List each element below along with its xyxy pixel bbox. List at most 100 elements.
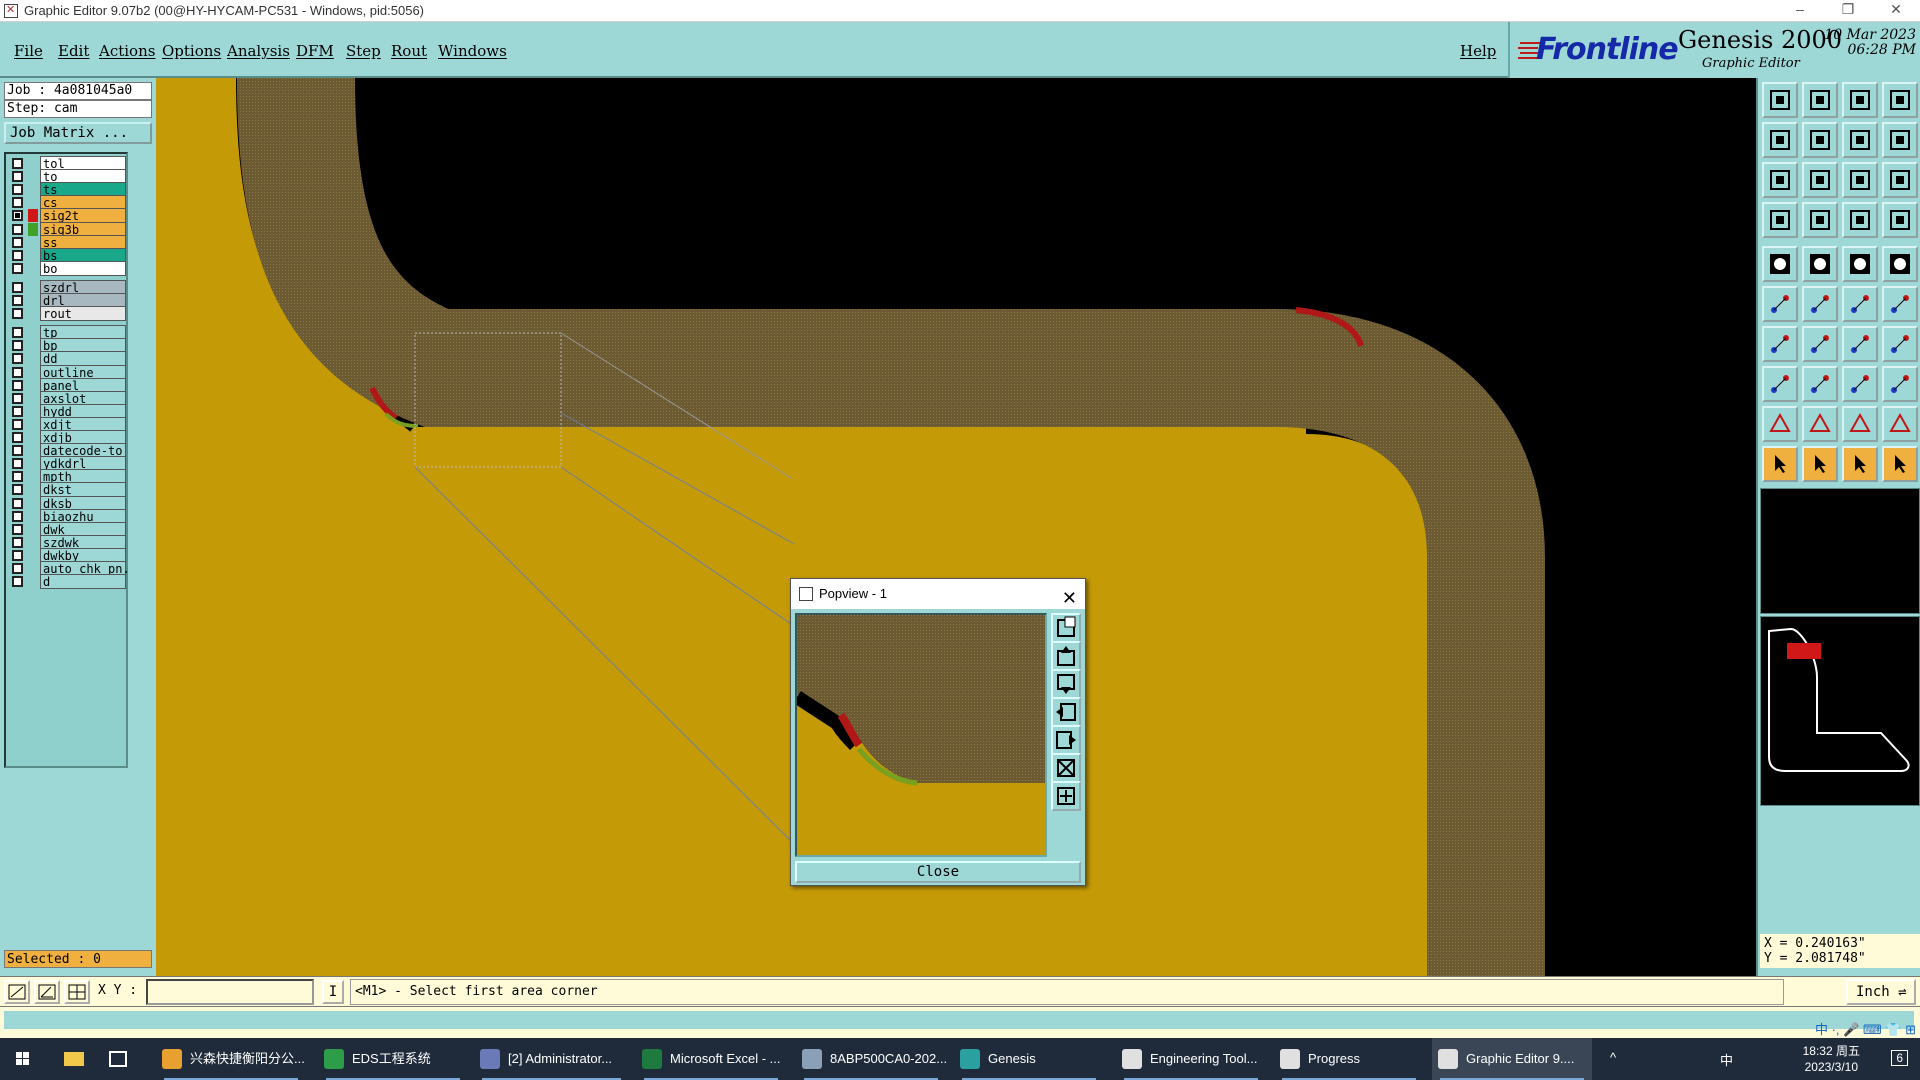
select-route-icon[interactable]	[1882, 446, 1918, 482]
layer-checkbox[interactable]	[12, 340, 23, 352]
taskbar-app-4[interactable]: 8ABP500CA0-202...	[796, 1038, 946, 1080]
taskbar-app-5[interactable]: Genesis	[954, 1038, 1104, 1080]
save-job-icon[interactable]	[1802, 82, 1838, 118]
grid-toggle-icon[interactable]	[1802, 202, 1838, 238]
layer-checkbox[interactable]	[12, 249, 23, 261]
layer-row-bo[interactable]: bo	[8, 260, 128, 276]
minimize-button[interactable]: –	[1780, 1, 1820, 21]
menu-analysis[interactable]: Analysis	[227, 42, 290, 60]
layer-checkbox[interactable]	[12, 327, 23, 339]
split-icon[interactable]	[1882, 122, 1918, 158]
menu-dfm[interactable]: DFM	[296, 42, 334, 60]
move-right-icon[interactable]	[1802, 122, 1838, 158]
layer-checkbox[interactable]	[12, 197, 23, 209]
layer-checkbox[interactable]	[12, 236, 23, 248]
triangle-c-icon[interactable]	[1882, 406, 1918, 442]
select-touch-icon[interactable]	[1842, 446, 1878, 482]
popview-canvas[interactable]	[795, 613, 1047, 857]
layer-checkbox[interactable]	[12, 445, 23, 457]
job-matrix-button[interactable]: Job Matrix ...	[4, 122, 152, 144]
popview-close-button[interactable]: Close	[795, 861, 1081, 883]
layer-checkbox[interactable]	[12, 405, 23, 417]
fit-screen-icon[interactable]	[1762, 162, 1798, 198]
popview-pan-right-icon[interactable]	[1051, 725, 1081, 755]
snap-mode-icon[interactable]	[4, 980, 30, 1004]
connect-nodes-icon[interactable]	[1762, 286, 1798, 322]
layer-checkbox[interactable]	[12, 366, 23, 378]
taskbar-app-0[interactable]: 兴森快捷衡阳分公...	[156, 1038, 306, 1080]
start-button[interactable]	[0, 1038, 44, 1080]
ime-toolbar[interactable]: 中 ·, 🎤 ⌨ 👕 ⊞	[1815, 1019, 1916, 1039]
move-left-icon[interactable]	[1762, 122, 1798, 158]
add-pad-icon[interactable]	[1842, 286, 1878, 322]
camera-icon[interactable]	[1762, 246, 1798, 282]
layer-checkbox[interactable]	[12, 576, 23, 588]
menu-edit[interactable]: Edit	[58, 42, 89, 60]
task-view-icon[interactable]	[100, 1038, 136, 1080]
color-toggle-icon[interactable]	[1802, 246, 1838, 282]
menu-help[interactable]: Help	[1460, 42, 1496, 60]
mirror-icon[interactable]	[1882, 326, 1918, 362]
dot-icon[interactable]	[1882, 246, 1918, 282]
select-pointer-icon[interactable]	[1762, 446, 1798, 482]
snapshot-icon[interactable]	[1762, 202, 1798, 238]
layer-checkbox[interactable]	[12, 563, 23, 574]
triangle-b-icon[interactable]	[1842, 406, 1878, 442]
taskbar-app-7[interactable]: Progress	[1274, 1038, 1424, 1080]
popview-zoom-icon[interactable]	[1051, 613, 1081, 643]
popview-pan-down-icon[interactable]	[1051, 669, 1081, 699]
layer-checkbox[interactable]	[12, 497, 23, 509]
layout-icon[interactable]	[1882, 82, 1918, 118]
grid-mode-icon[interactable]	[64, 980, 90, 1004]
layer-row-rout[interactable]: rout	[8, 306, 128, 322]
ruler-icon[interactable]	[1842, 246, 1878, 282]
cross-node-icon[interactable]	[1802, 286, 1838, 322]
restore-button[interactable]: ❐	[1828, 1, 1868, 21]
xy-input[interactable]	[146, 979, 314, 1005]
taskbar-app-1[interactable]: EDS工程系统	[318, 1038, 468, 1080]
layer-checkbox[interactable]	[12, 536, 23, 548]
open-job-icon[interactable]	[1762, 82, 1798, 118]
layer-checkbox[interactable]	[12, 471, 23, 483]
unit-selector[interactable]: Inch ⇌	[1846, 979, 1916, 1005]
tray-chevron-icon[interactable]: ^	[1610, 1050, 1616, 1065]
taskbar-app-6[interactable]: Engineering Tool...	[1116, 1038, 1266, 1080]
notification-badge[interactable]: 6	[1891, 1050, 1908, 1066]
menu-windows[interactable]: Windows	[438, 42, 507, 60]
popview-pan-up-icon[interactable]	[1051, 641, 1081, 671]
triangle-red-icon[interactable]	[1762, 406, 1798, 442]
layer-row-d[interactable]: d	[8, 574, 128, 590]
overview-map[interactable]	[1760, 616, 1920, 806]
layer-name[interactable]: rout	[40, 306, 126, 322]
layer-name[interactable]: d	[40, 574, 126, 590]
menu-rout[interactable]: Rout	[391, 42, 427, 60]
layer-checkbox[interactable]	[12, 432, 23, 443]
help-icon[interactable]	[1882, 162, 1918, 198]
layer-checkbox[interactable]	[12, 549, 23, 561]
delete-line-icon[interactable]	[1802, 366, 1838, 402]
layer-checkbox[interactable]	[12, 171, 23, 183]
layer-checkbox[interactable]	[12, 262, 23, 274]
layer-checkbox[interactable]	[12, 379, 23, 391]
layer-checkbox[interactable]	[12, 458, 23, 470]
arc-icon[interactable]	[1842, 326, 1878, 362]
close-window-button[interactable]: ✕	[1876, 1, 1916, 21]
measure-b-icon[interactable]	[1882, 202, 1918, 238]
home-icon[interactable]	[1842, 82, 1878, 118]
layer-checkbox[interactable]	[12, 392, 23, 404]
tray-ime-label[interactable]: 中	[1720, 1050, 1733, 1069]
edit-line-icon[interactable]	[1802, 326, 1838, 362]
layer-checkbox[interactable]	[12, 184, 23, 196]
input-mode-icon[interactable]: I	[322, 980, 344, 1004]
file-explorer-icon[interactable]	[56, 1038, 92, 1080]
layer-checkbox[interactable]	[12, 210, 23, 222]
layer-checkbox[interactable]	[12, 418, 23, 430]
layer-checkbox[interactable]	[12, 308, 23, 320]
popview-fit-icon[interactable]	[1051, 781, 1081, 811]
popview-close-icon[interactable]: ✕	[1062, 583, 1077, 613]
copy-pad-icon[interactable]	[1762, 366, 1798, 402]
menu-actions[interactable]: Actions	[99, 42, 155, 60]
draw-line-icon[interactable]	[1762, 326, 1798, 362]
triangle-a-icon[interactable]	[1802, 406, 1838, 442]
flip-icon[interactable]	[1842, 122, 1878, 158]
